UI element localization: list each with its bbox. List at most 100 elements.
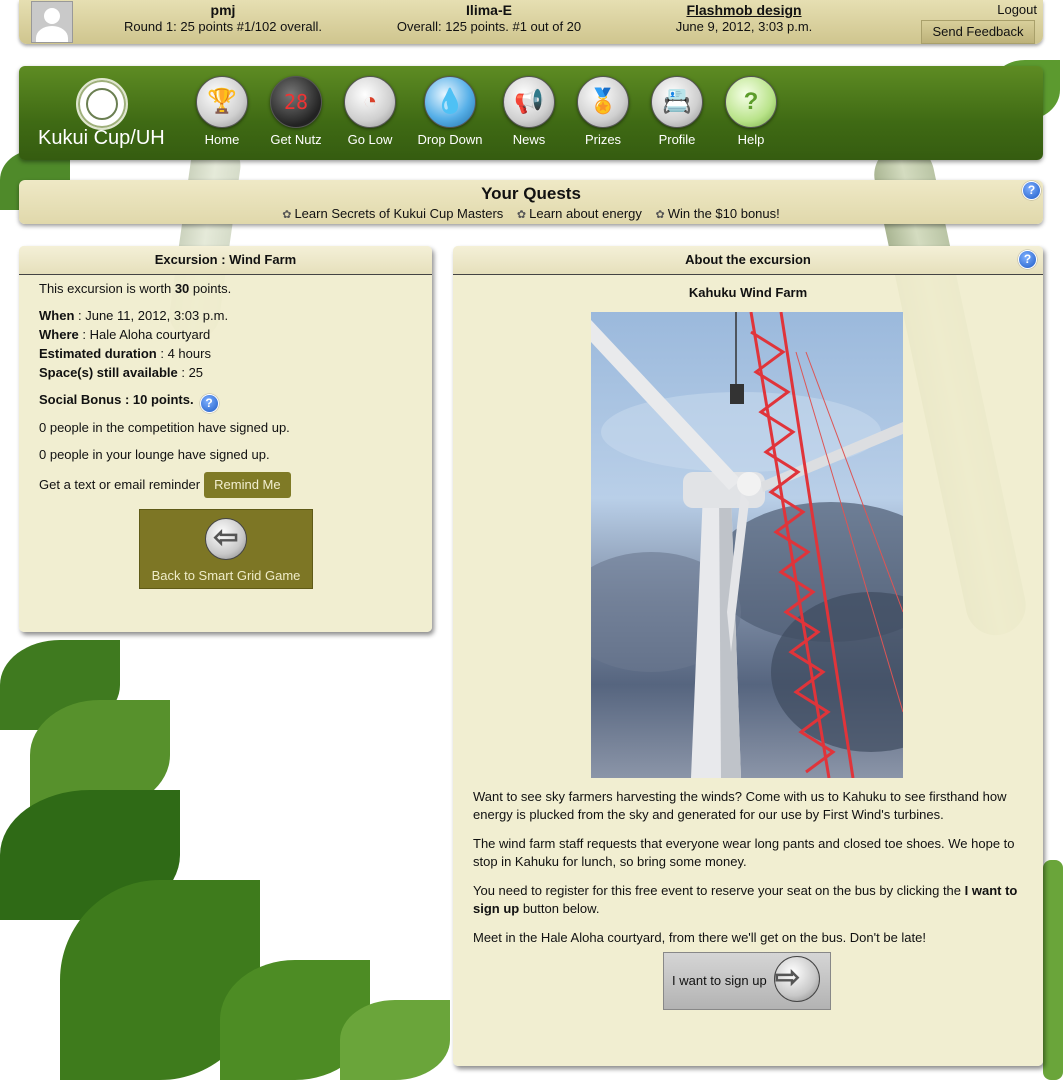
university-seal-icon[interactable]	[76, 78, 128, 130]
main-navigation: Kukui Cup/UH 🏆 Home 28 Get Nutz ◔ Go Low…	[19, 66, 1043, 160]
when-value: : June 11, 2012, 3:03 p.m.	[74, 308, 229, 323]
text-fragment: button below.	[519, 901, 600, 916]
nav-label: Drop Down	[417, 132, 483, 147]
competition-signups: 0 people in the competition have signed …	[39, 420, 290, 435]
nav-label: Get Nutz	[270, 132, 322, 147]
panel-header: Excursion : Wind Farm	[19, 246, 432, 275]
user-status: pmj Round 1: 25 points #1/102 overall.	[117, 2, 329, 34]
sign-up-label: I want to sign up	[672, 973, 767, 988]
help-icon[interactable]: ?	[1022, 181, 1041, 200]
scoreboard-icon: 28	[270, 76, 322, 128]
spaces-label: Space(s) still available	[39, 365, 178, 380]
duration-row: Estimated duration : 4 hours	[39, 344, 412, 363]
quests-bar: Your Quests ✿ Learn Secrets of Kukui Cup …	[19, 180, 1043, 224]
team-status: Ilima-E Overall: 125 points. #1 out of 2…	[384, 2, 594, 34]
trophy-icon: 🏆	[196, 76, 248, 128]
team-score: Overall: 125 points. #1 out of 20	[396, 19, 582, 34]
help-icon[interactable]: ?	[1018, 250, 1037, 269]
quest-item[interactable]: ✿ Learn about energy	[517, 206, 642, 221]
id-card-icon: 📇	[651, 76, 703, 128]
nav-profile[interactable]: 📇 Profile	[640, 76, 714, 147]
quest-item[interactable]: ✿ Win the $10 bonus!	[656, 206, 780, 221]
nav-help[interactable]: ? Help	[714, 76, 788, 147]
gear-icon: ✿	[655, 209, 665, 221]
water-drop-icon: 💧	[424, 76, 476, 128]
duration-label: Estimated duration	[39, 346, 157, 361]
nav-prizes[interactable]: 🏅 Prizes	[566, 76, 640, 147]
nav-label: News	[512, 132, 546, 147]
when-row: When : June 11, 2012, 3:03 p.m.	[39, 306, 412, 325]
where-label: Where	[39, 327, 79, 342]
nav-drop-down[interactable]: 💧 Drop Down	[413, 76, 487, 147]
ribbon-icon: 🏅	[577, 76, 629, 128]
reminder-text: Get a text or email reminder	[39, 477, 201, 492]
team-name: Ilima-E	[466, 2, 512, 18]
megaphone-icon: 📢	[503, 76, 555, 128]
gauge-icon: ◔	[344, 76, 396, 128]
description-paragraph: The wind farm staff requests that everyo…	[473, 836, 1015, 869]
arrow-right-icon: ⇨	[774, 956, 820, 1002]
where-row: Where : Hale Aloha courtyard	[39, 325, 412, 344]
spaces-value: : 25	[177, 365, 204, 380]
wind-turbine-photo	[591, 312, 903, 778]
quest-list: ✿ Learn Secrets of Kukui Cup Masters ✿ Lea…	[19, 206, 1043, 221]
round-status: Round 1: 25 points #1/102 overall.	[123, 19, 323, 34]
quest-label: Learn about energy	[529, 206, 642, 221]
nav-label: Home	[204, 132, 240, 147]
description-paragraph: Meet in the Hale Aloha courtyard, from t…	[473, 930, 926, 945]
sign-up-button[interactable]: I want to sign up ⇨	[663, 952, 831, 1010]
panel-header: About the excursion	[453, 246, 1043, 275]
nav-label: Prizes	[584, 132, 622, 147]
nav-get-nutz[interactable]: 28 Get Nutz	[259, 76, 333, 147]
excursion-title: Kahuku Wind Farm	[688, 285, 808, 300]
quest-label: Win the $10 bonus!	[667, 206, 780, 221]
event-link[interactable]: Flashmob design	[659, 2, 829, 18]
quests-title: Your Quests	[481, 184, 581, 203]
excursion-details: This excursion is worth 30 points. When …	[19, 275, 432, 502]
spaces-row: Space(s) still available : 25	[39, 363, 412, 382]
worth-suffix: points.	[189, 281, 232, 296]
send-feedback-button[interactable]: Send Feedback	[921, 20, 1035, 44]
text-fragment: You need to register for this free event…	[473, 883, 965, 898]
lounge-signups: 0 people in your lounge have signed up.	[39, 447, 270, 462]
excursion-details-panel: Excursion : Wind Farm This excursion is …	[19, 246, 432, 632]
excursion-description: Want to see sky farmers harvesting the w…	[473, 788, 1023, 958]
question-icon: ?	[725, 76, 777, 128]
leaf	[1043, 860, 1063, 1080]
avatar-head	[44, 8, 60, 24]
avatar[interactable]	[31, 1, 73, 43]
remind-me-button[interactable]: Remind Me	[204, 472, 291, 498]
description-paragraph: Want to see sky farmers harvesting the w…	[473, 789, 1007, 822]
duration-value: : 4 hours	[156, 346, 211, 361]
where-value: : Hale Aloha courtyard	[78, 327, 211, 342]
gear-icon: ✿	[282, 209, 292, 221]
quest-label: Learn Secrets of Kukui Cup Masters	[294, 206, 504, 221]
gear-icon: ✿	[516, 209, 527, 221]
when-label: When	[39, 308, 75, 323]
nav-go-low[interactable]: ◔ Go Low	[333, 76, 407, 147]
nav-home[interactable]: 🏆 Home	[185, 76, 259, 147]
brand-title[interactable]: Kukui Cup/UH	[38, 127, 165, 150]
logout-link[interactable]: Logout	[997, 2, 1037, 17]
worth-points: 30	[174, 281, 190, 296]
avatar-body	[36, 26, 68, 42]
nav-label: Help	[737, 132, 765, 147]
upcoming-event: Flashmob design June 9, 2012, 3:03 p.m.	[659, 2, 829, 34]
leaf	[340, 1000, 450, 1080]
worth-prefix: This excursion is worth	[39, 281, 175, 296]
social-bonus-row: Social Bonus : 10 points.?	[39, 390, 412, 413]
back-to-smart-grid-button[interactable]: ⇦ Back to Smart Grid Game	[139, 509, 313, 589]
social-bonus: Social Bonus : 10 points.	[39, 392, 194, 407]
reminder-row: Get a text or email reminder Remind Me	[39, 472, 412, 498]
arrow-left-icon: ⇦	[205, 518, 247, 560]
nav-news[interactable]: 📢 News	[492, 76, 566, 147]
worth-text: This excursion is worth 30 points.	[39, 279, 412, 298]
quest-item[interactable]: ✿ Learn Secrets of Kukui Cup Masters	[282, 206, 503, 221]
top-status-bar: pmj Round 1: 25 points #1/102 overall. I…	[19, 0, 1043, 44]
username: pmj	[210, 2, 236, 18]
wind-turbine-illustration	[591, 312, 903, 778]
back-button-label: Back to Smart Grid Game	[151, 568, 301, 583]
event-date: June 9, 2012, 3:03 p.m.	[675, 19, 813, 34]
nav-label: Go Low	[347, 132, 393, 147]
help-icon[interactable]: ?	[199, 394, 219, 413]
